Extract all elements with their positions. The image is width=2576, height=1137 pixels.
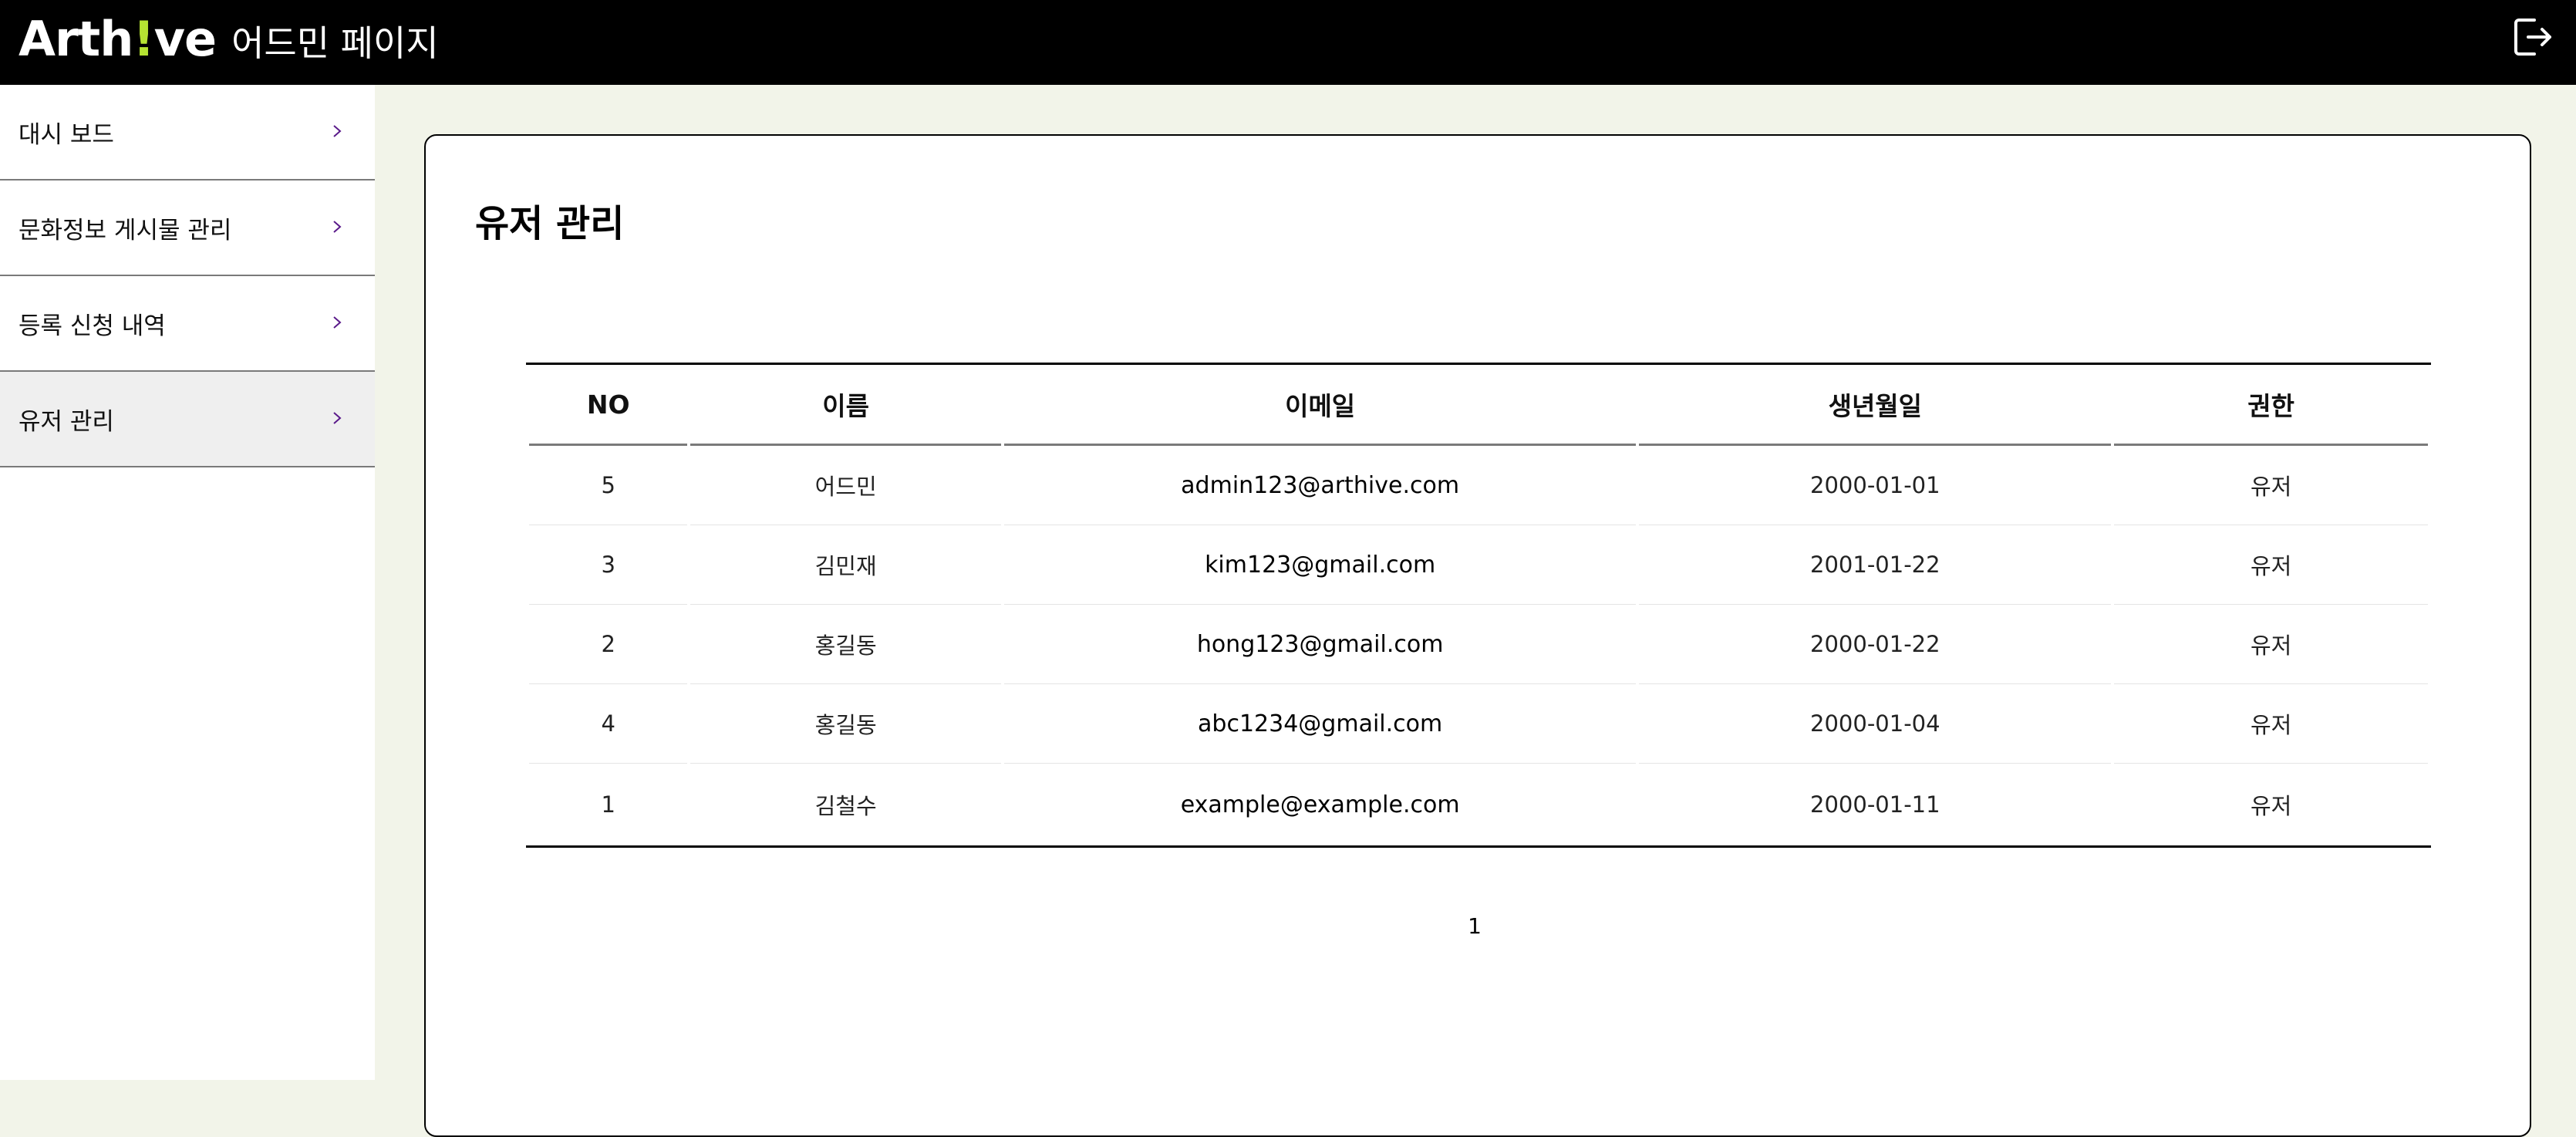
table-row[interactable]: 3 김민재 kim123@gmail.com 2001-01-22 유저 [529,525,2428,605]
cell-birthdate: 2000-01-04 [1639,684,2112,764]
column-header-role: 권한 [2114,365,2428,446]
cell-no: 5 [529,446,688,525]
cell-birthdate: 2000-01-22 [1639,605,2112,684]
sidebar-item-label: 등록 신청 내역 [19,312,166,340]
cell-name: 김민재 [690,525,1001,605]
table-row[interactable]: 2 홍길동 hong123@gmail.com 2000-01-22 유저 [529,605,2428,684]
chevron-right-icon [333,412,342,424]
cell-role: 유저 [2114,525,2428,605]
chevron-right-icon [333,125,342,137]
cell-birthdate: 2001-01-22 [1639,525,2112,605]
brand-subtitle: 어드민 페이지 [231,22,439,64]
logout-button[interactable] [2511,15,2554,59]
cell-no: 2 [529,605,688,684]
logout-icon [2514,19,2551,56]
sidebar-item-dashboard[interactable]: 대시 보드 [0,85,375,181]
cell-role: 유저 [2114,446,2428,525]
sidebar-item-label: 대시 보드 [19,120,114,149]
cell-email: kim123@gmail.com [1003,525,1637,605]
sidebar-item-registration-requests[interactable]: 등록 신청 내역 [0,276,375,372]
table-row[interactable]: 4 홍길동 abc1234@gmail.com 2000-01-04 유저 [529,684,2428,764]
brand[interactable]: Arth!ve 어드민 페이지 [19,11,439,74]
cell-no: 1 [601,791,615,818]
sidebar-item-label: 문화정보 게시물 관리 [19,216,232,245]
content-panel: 유저 관리 NO 이름 이메일 생년월일 권한 5 어드민 admin123@a… [424,134,2531,1137]
column-header-email: 이메일 [1003,365,1637,446]
cell-role: 유저 [2114,605,2428,684]
cell-email: abc1234@gmail.com [1003,684,1637,764]
table-row[interactable]: 1 김철수 example@example.com 2000-01-11 유저 [529,764,2428,845]
column-header-name: 이름 [690,365,1001,446]
table-header-row: NO 이름 이메일 생년월일 권한 [529,365,2428,446]
cell-no: 4 [529,684,688,764]
page-title: 유저 관리 [475,202,625,245]
cell-birthdate: 2000-01-01 [1639,446,2112,525]
cell-role: 유저 [2250,793,2292,819]
cell-email: hong123@gmail.com [1003,605,1637,684]
cell-email: example@example.com [1180,791,1460,818]
chevron-right-icon [333,316,342,329]
sidebar-item-user-management[interactable]: 유저 관리 [0,372,375,467]
column-header-birthdate: 생년월일 [1639,365,2112,446]
sidebar: 대시 보드 문화정보 게시물 관리 등록 신청 내역 유저 관리 [0,85,375,1080]
cell-name: 홍길동 [690,684,1001,764]
sidebar-item-label: 유저 관리 [19,407,114,436]
table-row[interactable]: 5 어드민 admin123@arthive.com 2000-01-01 유저 [529,446,2428,525]
chevron-right-icon [333,221,342,233]
cell-no: 3 [529,525,688,605]
column-header-no: NO [529,365,688,446]
cell-name: 김철수 [814,793,877,819]
sidebar-item-culture-posts[interactable]: 문화정보 게시물 관리 [0,181,375,276]
cell-name: 홍길동 [690,605,1001,684]
cell-email: admin123@arthive.com [1003,446,1637,525]
brand-logo: Arth!ve [19,11,217,67]
pagination-page-1[interactable]: 1 [1452,913,1498,939]
top-bar: Arth!ve 어드민 페이지 [0,0,2576,85]
user-table: NO 이름 이메일 생년월일 권한 5 어드민 admin123@arthive… [526,363,2431,848]
cell-birthdate: 2000-01-11 [1810,791,1940,818]
cell-role: 유저 [2114,684,2428,764]
cell-name: 어드민 [690,446,1001,525]
